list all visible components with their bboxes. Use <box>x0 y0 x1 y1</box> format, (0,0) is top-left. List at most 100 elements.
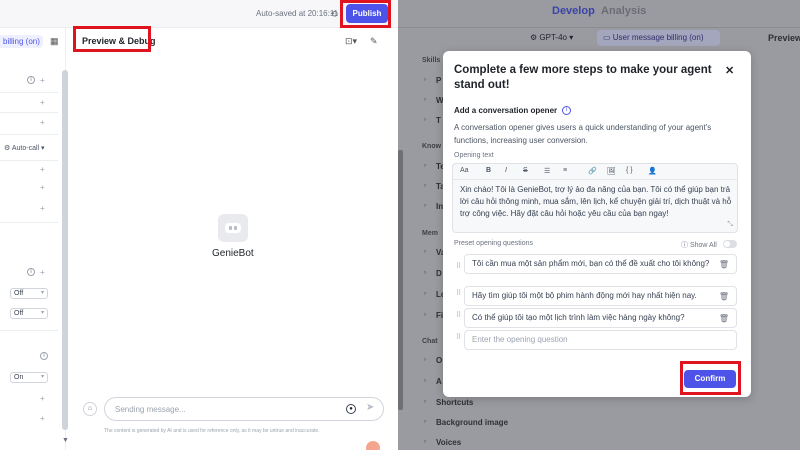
drag-handle-icon[interactable]: ⠿ <box>456 262 461 270</box>
add-icon[interactable]: + <box>40 183 45 192</box>
chevron-icon[interactable]: › <box>424 419 426 425</box>
sidebar-background-image[interactable]: Background image <box>436 418 508 427</box>
chevron-icon[interactable]: › <box>424 291 426 297</box>
send-icon[interactable]: ➤ <box>366 402 374 413</box>
show-all-toggle[interactable] <box>723 240 737 248</box>
chevron-icon[interactable]: › <box>424 249 426 255</box>
tab-develop[interactable]: Develop <box>552 5 595 17</box>
link-icon[interactable]: 🔗 <box>588 167 597 175</box>
chat-label: Chat <box>422 338 438 345</box>
drag-handle-icon[interactable]: ⠿ <box>456 333 461 341</box>
sidebar-shortcuts[interactable]: Shortcuts <box>436 398 473 407</box>
drag-handle-icon[interactable]: ⠿ <box>456 289 461 297</box>
grid-icon[interactable]: ▦ <box>50 36 60 46</box>
bot-eye <box>229 226 232 230</box>
add-icon[interactable]: + <box>40 414 45 423</box>
model-select[interactable]: ⚙ GPT-4o ▾ <box>530 33 573 42</box>
opening-text-editor[interactable]: Aa B I S ☰ ≡ 🔗 🖼 { } 👤 Xin chào! Tôi là … <box>452 163 738 233</box>
opening-text-content[interactable]: Xin chào! Tôi là GenieBot, trợ lý ảo đa … <box>460 184 732 220</box>
chevron-icon[interactable]: › <box>424 77 426 83</box>
delete-icon[interactable]: 🗑 <box>719 291 729 303</box>
add-icon[interactable]: + <box>40 118 45 127</box>
sidebar-item[interactable]: O <box>436 356 442 365</box>
numbered-list-icon[interactable]: ≡ <box>563 167 567 174</box>
preset-question[interactable]: Tôi cần mua một sản phẩm mới, bạn có thể… <box>464 254 737 274</box>
toggle-select[interactable]: Off ▾ <box>10 308 48 319</box>
sidebar-item[interactable]: P <box>436 76 441 85</box>
chevron-icon[interactable]: › <box>424 357 426 363</box>
toggle-select[interactable]: On ▾ <box>10 372 48 383</box>
autosave-status: Auto-saved at 20:16:11 <box>256 9 339 18</box>
modal-title: Complete a few more steps to make your a… <box>454 64 712 91</box>
add-icon[interactable]: + <box>40 204 45 213</box>
image-icon[interactable]: 🖼 <box>607 167 616 175</box>
billing-button[interactable]: ▭ User message billing (on) <box>597 30 720 46</box>
divider <box>0 330 58 331</box>
add-icon[interactable]: + <box>40 394 45 403</box>
chevron-icon[interactable]: › <box>424 97 426 103</box>
scrollbar[interactable] <box>398 150 403 410</box>
italic-icon[interactable]: I <box>505 167 507 174</box>
chevron-icon[interactable]: › <box>424 378 426 384</box>
chevron-icon[interactable]: › <box>424 399 426 405</box>
add-icon[interactable]: + <box>40 98 45 107</box>
microphone-icon[interactable]: ● <box>346 404 356 414</box>
preview-title: Preview <box>768 33 800 43</box>
sidebar-item[interactable]: T <box>436 116 441 125</box>
delete-icon[interactable]: 🗑 <box>719 313 729 325</box>
heading-icon[interactable]: Aa <box>460 167 469 174</box>
scrollbar[interactable] <box>62 70 68 430</box>
chevron-icon[interactable]: › <box>424 270 426 276</box>
opener-modal: Complete a few more steps to make your a… <box>443 51 751 397</box>
preset-question[interactable]: Hãy tìm giúp tôi một bộ phim hành động m… <box>464 286 737 306</box>
bold-icon[interactable]: B <box>486 167 491 174</box>
sidebar-voices[interactable]: Voices <box>436 438 461 447</box>
sidebar-item[interactable]: D <box>436 269 442 278</box>
preset-question[interactable]: Có thể giúp tôi tạo một lịch trình làm v… <box>464 308 737 328</box>
sidebar-item[interactable]: A <box>436 377 442 386</box>
question-text: Tôi cần mua một sản phẩm mới, bạn có thể… <box>472 259 710 268</box>
bot-name: GenieBot <box>212 248 254 259</box>
divider <box>0 134 58 135</box>
tab-analysis[interactable]: Analysis <box>601 5 646 17</box>
chevron-icon[interactable]: › <box>424 439 426 445</box>
resize-icon[interactable]: ⤡ <box>727 221 733 229</box>
info-icon[interactable]: i <box>562 106 571 115</box>
user-icon[interactable]: 👤 <box>648 167 657 175</box>
assistant-badge[interactable] <box>366 441 380 450</box>
chevron-icon[interactable]: › <box>424 163 426 169</box>
strikethrough-icon[interactable]: S <box>523 167 528 174</box>
toggle-select[interactable]: Off ▾ <box>10 288 48 299</box>
disclaimer: The content is generated by AI and is us… <box>104 428 320 434</box>
clear-chat-icon[interactable]: ⌂ <box>83 402 97 416</box>
chevron-icon[interactable]: › <box>424 312 426 318</box>
question-text: Có thể giúp tôi tạo một lịch trình làm v… <box>472 313 685 322</box>
section-title: Add a conversation opener <box>454 106 558 115</box>
billing-chip[interactable]: billing (on) <box>0 35 43 48</box>
memory-label: Mem <box>422 230 438 237</box>
scroll-down-icon[interactable]: ▼ <box>62 437 69 444</box>
top-bar: Auto-saved at 20:16:11 ⟲ Publish <box>0 0 398 28</box>
info-icon: i <box>27 268 35 276</box>
autocall-label[interactable]: ⚙ Auto-call ▾ <box>4 144 45 152</box>
add-icon[interactable]: + <box>40 76 45 85</box>
preset-questions-label: Preset opening questions <box>454 240 533 247</box>
add-icon[interactable]: + <box>40 268 45 277</box>
variable-icon[interactable]: { } <box>626 167 633 174</box>
clear-icon[interactable]: ✎ <box>370 36 378 47</box>
bullet-list-icon[interactable]: ☰ <box>544 167 550 175</box>
delete-icon[interactable]: 🗑 <box>719 259 729 271</box>
close-icon[interactable]: ✕ <box>725 64 734 77</box>
message-input[interactable]: Sending message... <box>104 397 384 421</box>
chevron-icon[interactable]: › <box>424 183 426 189</box>
knowledge-label: Know <box>422 143 442 150</box>
chevron-icon[interactable]: › <box>424 117 426 123</box>
add-icon[interactable]: + <box>40 165 45 174</box>
chevron-icon[interactable]: › <box>424 203 426 209</box>
history-icon[interactable]: ⟲ <box>327 7 341 21</box>
editor-toolbar: Aa B I S ☰ ≡ 🔗 🖼 { } 👤 <box>453 164 737 180</box>
skills-label: Skills <box>422 57 441 64</box>
new-question-input[interactable]: Enter the opening question <box>464 330 737 350</box>
layout-icon[interactable]: ⊡▾ <box>345 36 357 47</box>
drag-handle-icon[interactable]: ⠿ <box>456 311 461 319</box>
